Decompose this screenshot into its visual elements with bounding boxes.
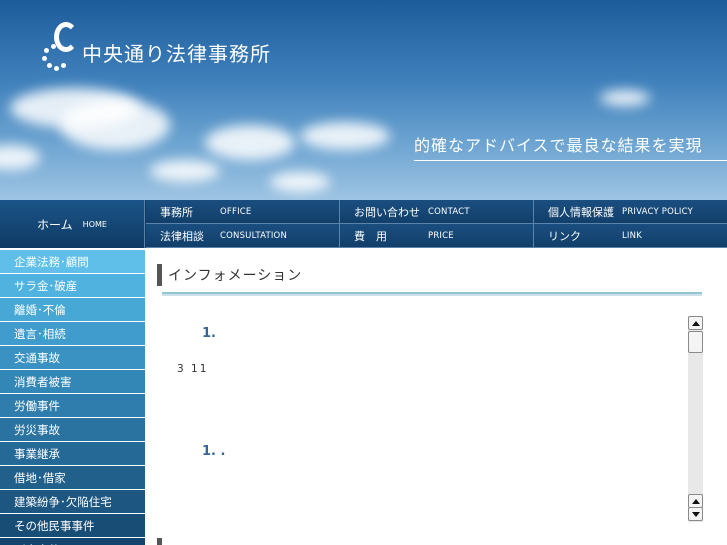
- nav-sublabel: OFFICE: [220, 206, 252, 217]
- cloud-decoration: [600, 90, 650, 106]
- sidebar-item[interactable]: 刑事事件: [0, 538, 145, 545]
- logo-dot: [61, 63, 66, 68]
- sidebar-item[interactable]: 離婚･不倫: [0, 298, 145, 322]
- heading-bar: [157, 264, 162, 286]
- nav-home-sublabel: HOME: [82, 219, 107, 229]
- nav-office[interactable]: 事務所 OFFICE: [146, 200, 340, 224]
- nav-label: リンク: [548, 229, 581, 243]
- scroll-up-button[interactable]: [688, 494, 703, 508]
- nav-privacy[interactable]: 個人情報保護 PRIVACY POLICY: [534, 200, 727, 224]
- logo-c-mark: [54, 22, 78, 52]
- next-heading-bar: [157, 538, 162, 545]
- sidebar-item[interactable]: 遺言･相続: [0, 322, 145, 346]
- vertical-scrollbar[interactable]: [688, 316, 703, 522]
- arrow-down-icon: [691, 511, 700, 517]
- header-banner: 中央通り法律事務所 的確なアドバイスで最良な結果を実現: [0, 0, 727, 200]
- main-content: インフォメーション: [157, 262, 702, 296]
- logo-dot: [47, 63, 52, 68]
- sidebar-item[interactable]: 消費者被害: [0, 370, 145, 394]
- info-content: 1. 3 11 1. .: [157, 314, 687, 522]
- nav-link[interactable]: リンク LINK: [534, 224, 727, 248]
- nav-home-label: ホーム: [37, 217, 73, 232]
- nav-price[interactable]: 費 用 PRICE: [340, 224, 534, 248]
- logo[interactable]: [42, 22, 78, 71]
- nav-sublabel: PRICE: [428, 230, 454, 241]
- entry-text: 3 11: [177, 363, 209, 375]
- sidebar-item[interactable]: 労働事件: [0, 394, 145, 418]
- sidebar-item[interactable]: 借地･借家: [0, 466, 145, 490]
- nav-label: 個人情報保護: [548, 205, 614, 219]
- sidebar-item[interactable]: 交通事故: [0, 346, 145, 370]
- cloud-decoration: [300, 122, 390, 150]
- sidebar-item[interactable]: サラ金･破産: [0, 274, 145, 298]
- nav-sublabel: CONSULTATION: [220, 230, 288, 241]
- logo-dot: [42, 56, 47, 61]
- info-scroll-box[interactable]: 1. 3 11 1. .: [157, 314, 703, 522]
- cloud-decoration: [60, 100, 170, 150]
- nav-sublabel: CONTACT: [428, 206, 470, 217]
- scroll-up-button[interactable]: [688, 316, 703, 330]
- nav-contact[interactable]: お問い合わせ CONTACT: [340, 200, 534, 224]
- logo-dot: [51, 44, 56, 49]
- cloud-decoration: [150, 160, 220, 182]
- arrow-up-icon: [691, 498, 700, 504]
- sidebar-item[interactable]: 企業法務･顧問: [0, 250, 145, 274]
- sidebar-item[interactable]: その他民事事件: [0, 514, 145, 538]
- nav-sublabel: PRIVACY POLICY: [622, 206, 693, 217]
- scroll-thumb[interactable]: [688, 331, 703, 353]
- nav-consultation[interactable]: 法律相談 CONSULTATION: [146, 224, 340, 248]
- entry-heading: 1. .: [202, 444, 226, 459]
- main-nav: ホーム HOME 事務所 OFFICE お問い合わせ CONTACT 個人情報保…: [0, 200, 727, 248]
- entry-heading: 1.: [202, 326, 216, 341]
- cloud-decoration: [270, 172, 330, 192]
- scroll-down-button[interactable]: [688, 507, 703, 521]
- cloud-decoration: [205, 125, 295, 160]
- cloud-decoration: [0, 145, 40, 170]
- tagline: 的確なアドバイスで最良な結果を実現: [414, 132, 727, 161]
- info-title: インフォメーション: [168, 268, 303, 284]
- nav-label: 法律相談: [160, 229, 204, 243]
- logo-dot: [44, 48, 49, 53]
- section-heading: インフォメーション: [157, 262, 702, 288]
- sidebar-item[interactable]: 建築紛争･欠陥住宅: [0, 490, 145, 514]
- sidebar-menu: 企業法務･顧問 サラ金･破産 離婚･不倫 遺言･相続 交通事故 消費者被害 労働事件 労災事故…: [0, 250, 145, 545]
- nav-home[interactable]: ホーム HOME: [0, 200, 145, 248]
- nav-label: 費 用: [354, 229, 387, 243]
- heading-rule: [162, 292, 702, 296]
- nav-label: 事務所: [160, 205, 193, 219]
- site-title[interactable]: 中央通り法律事務所: [82, 38, 271, 67]
- sidebar-item[interactable]: 労災事故: [0, 418, 145, 442]
- nav-label: お問い合わせ: [354, 205, 420, 219]
- nav-sublabel: LINK: [622, 230, 642, 241]
- logo-dot: [54, 66, 59, 71]
- sidebar-item[interactable]: 事業継承: [0, 442, 145, 466]
- arrow-up-icon: [691, 320, 700, 326]
